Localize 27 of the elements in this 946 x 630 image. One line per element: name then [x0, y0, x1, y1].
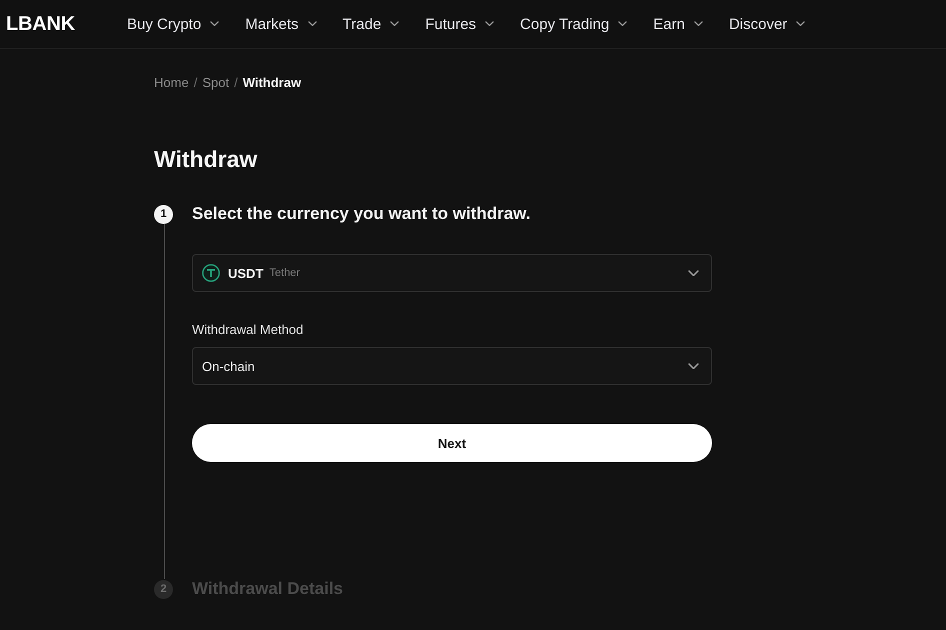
nav-menu-item[interactable]: Trade	[342, 16, 400, 32]
nav-menu-item[interactable]: Discover	[728, 16, 806, 32]
method-select[interactable]: On-chain	[192, 347, 712, 385]
nav-menu-item[interactable]: Copy Trading	[520, 16, 628, 32]
chevron-down-icon	[688, 270, 699, 276]
breadcrumb-separator: /	[194, 74, 198, 90]
nav-menu-item[interactable]: Buy Crypto	[127, 16, 220, 32]
next-button[interactable]: Next	[192, 424, 712, 462]
nav-menu-item[interactable]: Futures	[425, 16, 494, 32]
step-number: 1	[154, 204, 173, 224]
coin-icon	[202, 264, 220, 282]
breadcrumb-separator: /	[234, 74, 238, 90]
currency-name: Tether	[269, 267, 300, 279]
step-number: 2	[154, 580, 173, 598]
nav-menu-item[interactable]: Markets	[245, 16, 317, 32]
nav-menu-item[interactable]: Earn	[653, 16, 703, 32]
step-title: Withdrawal Details	[192, 579, 344, 599]
chevron-down-icon	[688, 362, 699, 370]
breadcrumb-link[interactable]: Spot	[202, 74, 230, 90]
field-label: Withdrawal Method	[192, 322, 304, 338]
step-title: Select the currency you want to withdraw.	[192, 204, 532, 224]
brand-logo[interactable]: LBANK	[6, 12, 75, 36]
breadcrumb-link[interactable]: Home	[154, 74, 189, 90]
currency-select[interactable]: USDT Tether	[192, 254, 712, 292]
page-title: Withdraw	[154, 146, 258, 172]
breadcrumb-current: Withdraw	[242, 74, 302, 90]
currency-symbol: USDT	[228, 266, 264, 280]
